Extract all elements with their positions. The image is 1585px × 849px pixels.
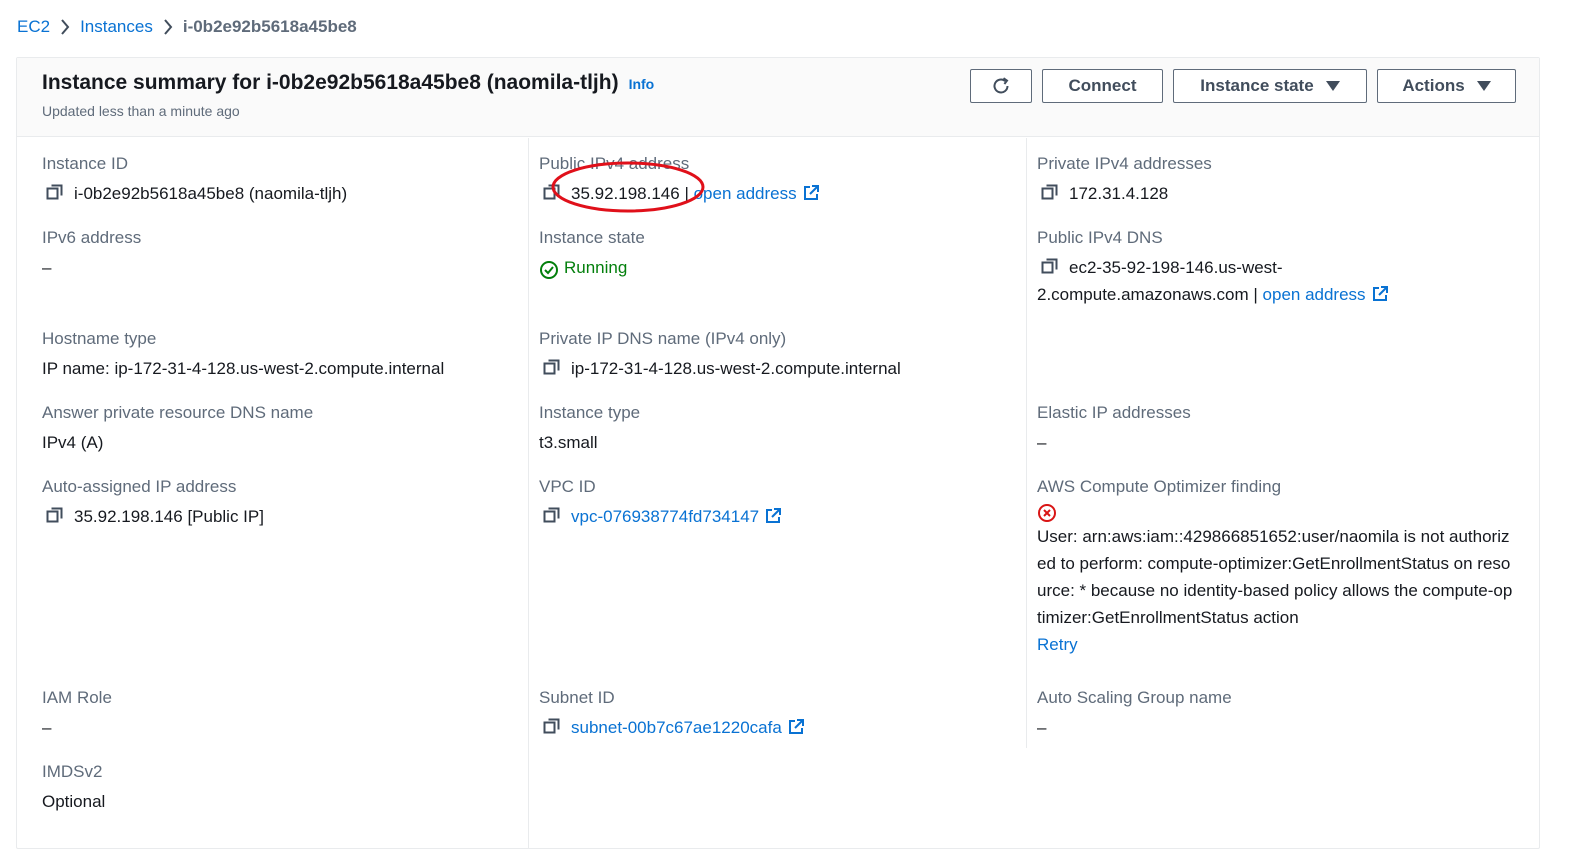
instance-state-value: Running [564, 258, 628, 277]
private-dns-value: ip-172-31-4-128.us-west-2.compute.intern… [571, 359, 901, 378]
field-ipv6: IPv6 address – [42, 227, 141, 281]
breadcrumb-instances[interactable]: Instances [80, 17, 153, 37]
instance-id-value: i-0b2e92b5618a45be8 (naomila-tljh) [74, 184, 348, 203]
field-iam-role: IAM Role – [42, 687, 112, 741]
field-public-ipv4: Public IPv4 address 35.92.198.146 | open… [539, 153, 820, 207]
imdsv2-value: Optional [42, 792, 106, 811]
external-link-icon [764, 507, 782, 525]
caret-down-icon [1476, 81, 1491, 91]
elastic-ip-value: – [1037, 433, 1047, 452]
field-private-ipv4: Private IPv4 addresses 172.31.4.128 [1037, 153, 1212, 207]
separator: | [1248, 285, 1263, 304]
field-label: Public IPv4 DNS [1037, 228, 1163, 247]
field-label: Private IP DNS name (IPv4 only) [539, 329, 787, 348]
field-label: Private IPv4 addresses [1037, 154, 1212, 173]
external-link-icon [802, 184, 820, 202]
optimizer-error-message: User: arn:aws:iam::429866851652:user/nao… [1037, 527, 1513, 627]
chevron-right-icon [50, 16, 80, 38]
asg-value: – [1037, 718, 1047, 737]
field-label: Instance type [539, 403, 641, 422]
column-divider [528, 138, 529, 848]
copy-icon[interactable] [543, 506, 563, 526]
field-label: Auto-assigned IP address [42, 477, 237, 496]
chevron-right-icon [153, 16, 183, 38]
public-dns-value-cont: 2.compute.amazonaws.com [1037, 285, 1249, 304]
field-vpc-id: VPC ID vpc-076938774fd734147 [539, 476, 782, 530]
field-answer-dns: Answer private resource DNS name IPv4 (A… [42, 402, 313, 456]
field-label: Instance state [539, 228, 645, 247]
breadcrumb-ec2[interactable]: EC2 [17, 17, 50, 37]
separator: | [679, 184, 694, 203]
panel-header: Instance summary for i-0b2e92b5618a45be8… [17, 58, 1539, 137]
vpc-id-link[interactable]: vpc-076938774fd734147 [571, 503, 759, 530]
copy-icon[interactable] [543, 717, 563, 737]
ipv6-value: – [42, 258, 52, 277]
field-label: IAM Role [42, 688, 112, 707]
field-private-dns: Private IP DNS name (IPv4 only) ip-172-3… [539, 328, 901, 382]
subnet-id-link[interactable]: subnet-00b7c67ae1220cafa [571, 714, 782, 741]
breadcrumb: EC2 Instances i-0b2e92b5618a45be8 [17, 16, 357, 38]
field-label: Public IPv4 address [539, 154, 690, 173]
field-auto-assigned-ip: Auto-assigned IP address 35.92.198.146 [… [42, 476, 264, 530]
field-instance-state: Instance state Running [539, 227, 645, 281]
field-hostname-type: Hostname type IP name: ip-172-31-4-128.u… [42, 328, 444, 382]
field-label: Subnet ID [539, 688, 615, 707]
open-address-link[interactable]: open address [694, 180, 797, 207]
field-label: Elastic IP addresses [1037, 403, 1191, 422]
external-link-icon [787, 718, 805, 736]
answer-dns-value: IPv4 (A) [42, 433, 104, 452]
copy-icon[interactable] [543, 183, 563, 203]
copy-icon[interactable] [46, 506, 66, 526]
field-instance-type: Instance type t3.small [539, 402, 640, 456]
copy-icon[interactable] [543, 358, 563, 378]
refresh-button[interactable] [970, 69, 1032, 103]
field-label: Answer private resource DNS name [42, 403, 314, 422]
field-label: IPv6 address [42, 228, 142, 247]
copy-icon[interactable] [1041, 257, 1061, 277]
field-label: Instance ID [42, 154, 128, 173]
field-label: IMDSv2 [42, 762, 103, 781]
field-compute-optimizer: AWS Compute Optimizer finding User: arn:… [1037, 476, 1515, 658]
error-icon [1037, 503, 1057, 523]
field-auto-scaling-group: Auto Scaling Group name – [1037, 687, 1232, 741]
iam-role-value: – [42, 718, 52, 737]
open-address-link[interactable]: open address [1263, 281, 1366, 308]
caret-down-icon [1325, 81, 1340, 91]
private-ipv4-value: 172.31.4.128 [1069, 184, 1169, 203]
actions-dropdown[interactable]: Actions [1377, 69, 1516, 103]
public-ipv4-value: 35.92.198.146 [571, 184, 680, 203]
field-imdsv2: IMDSv2 Optional [42, 761, 105, 815]
hostname-type-value: IP name: ip-172-31-4-128.us-west-2.compu… [42, 359, 445, 378]
column-divider [1026, 138, 1027, 748]
retry-link[interactable]: Retry [1037, 635, 1078, 654]
field-instance-id: Instance ID i-0b2e92b5618a45be8 (naomila… [42, 153, 347, 207]
field-subnet-id: Subnet ID subnet-00b7c67ae1220cafa [539, 687, 805, 741]
instance-state-dropdown[interactable]: Instance state [1173, 69, 1367, 103]
copy-icon[interactable] [1041, 183, 1061, 203]
header-actions: Connect Instance state Actions [970, 69, 1516, 103]
field-label: Auto Scaling Group name [1037, 688, 1232, 707]
field-elastic-ip: Elastic IP addresses – [1037, 402, 1191, 456]
field-label: AWS Compute Optimizer finding [1037, 477, 1282, 496]
external-link-icon [1371, 285, 1389, 303]
public-dns-value: ec2-35-92-198-146.us-west- [1069, 258, 1283, 277]
page-title: Instance summary for i-0b2e92b5618a45be8… [42, 71, 619, 94]
field-public-dns: Public IPv4 DNS ec2-35-92-198-146.us-wes… [1037, 227, 1389, 308]
field-label: VPC ID [539, 477, 596, 496]
status-running-icon [539, 260, 559, 280]
refresh-icon [990, 75, 1012, 97]
breadcrumb-current: i-0b2e92b5618a45be8 [182, 17, 357, 36]
updated-subtitle: Updated less than a minute ago [42, 103, 240, 119]
connect-button[interactable]: Connect [1042, 69, 1163, 103]
instance-state-label: Instance state [1200, 76, 1314, 95]
actions-label: Actions [1402, 76, 1465, 95]
info-link[interactable]: Info [629, 76, 655, 92]
copy-icon[interactable] [46, 183, 66, 203]
field-label: Hostname type [42, 329, 157, 348]
auto-ip-value: 35.92.198.146 [Public IP] [74, 507, 264, 526]
instance-type-value: t3.small [539, 433, 598, 452]
